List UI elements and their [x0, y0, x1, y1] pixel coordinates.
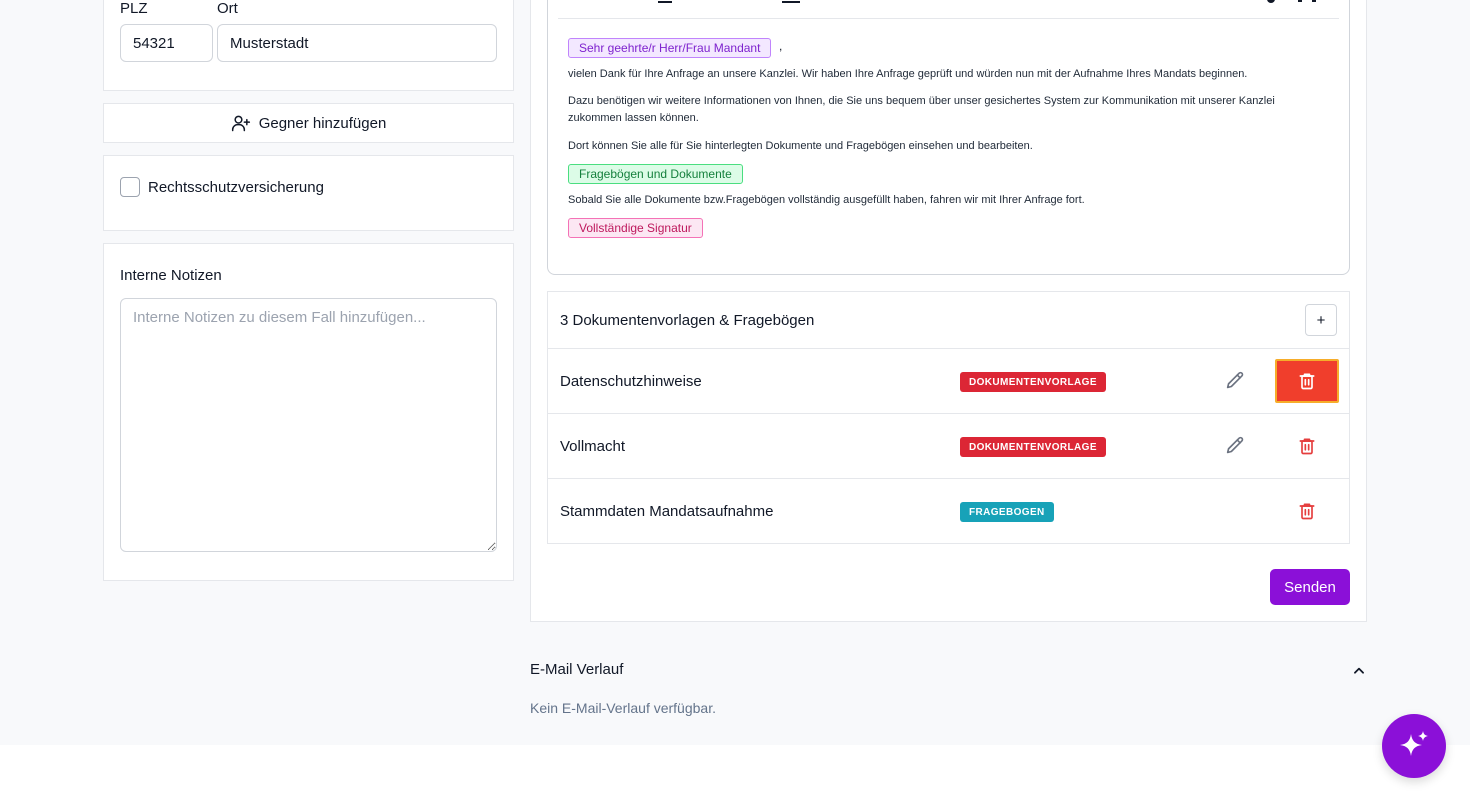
email-paragraph-2: Dazu benötigen wir weitere Informationen… — [568, 95, 1275, 124]
edit-document-button[interactable] — [1220, 431, 1250, 461]
toolbar-table-icon[interactable] — [1298, 0, 1316, 2]
pencil-icon — [1224, 435, 1246, 457]
insurance-checkbox[interactable] — [120, 177, 140, 197]
signature-placeholder-tag[interactable]: Vollständige Signatur — [568, 218, 703, 238]
document-row: Vollmacht DOKUMENTENVORLAGE — [548, 414, 1349, 479]
salutation-placeholder-tag[interactable]: Sehr geehrte/r Herr/Frau Mandant — [568, 38, 772, 58]
toolbar-image-icon[interactable] — [1267, 0, 1275, 3]
sparkles-icon — [1396, 728, 1432, 764]
chevron-up-icon[interactable] — [1352, 664, 1366, 678]
ai-assistant-button[interactable] — [1382, 714, 1446, 778]
trash-icon — [1297, 371, 1317, 391]
plz-value: 54321 — [133, 34, 175, 52]
ort-label: Ort — [217, 0, 238, 17]
document-row: Stammdaten Mandatsaufnahme FRAGEBOGEN — [548, 479, 1349, 544]
user-plus-icon — [231, 113, 251, 133]
email-editor[interactable]: Sehr geehrte/r Herr/Frau Mandant , viele… — [547, 0, 1350, 275]
salutation-comma: , — [779, 39, 783, 53]
trash-icon — [1297, 501, 1317, 521]
delete-document-button[interactable] — [1292, 431, 1322, 461]
delete-document-button[interactable] — [1292, 496, 1322, 526]
toolbar-divider — [558, 18, 1339, 19]
document-row: Datenschutzhinweise DOKUMENTENVORLAGE — [548, 349, 1349, 414]
ort-input[interactable]: Musterstadt — [217, 24, 497, 62]
notes-title: Interne Notizen — [120, 267, 222, 284]
toolbar-underline-icon[interactable] — [658, 1, 672, 3]
edit-document-button[interactable] — [1220, 366, 1250, 396]
notes-textarea[interactable] — [120, 298, 497, 552]
email-paragraph-3: Dort können Sie alle für Sie hinterlegte… — [568, 140, 1033, 152]
plz-label: PLZ — [120, 0, 148, 17]
toolbar-align-icon[interactable] — [782, 1, 800, 3]
document-name: Vollmacht — [560, 438, 626, 455]
document-type-badge: DOKUMENTENVORLAGE — [960, 437, 1106, 457]
add-opponent-button[interactable]: Gegner hinzufügen — [103, 103, 514, 143]
email-history-empty: Kein E-Mail-Verlauf verfügbar. — [530, 700, 716, 716]
add-opponent-label: Gegner hinzufügen — [258, 114, 387, 132]
add-document-button[interactable]: + — [1305, 304, 1337, 336]
trash-icon — [1297, 436, 1317, 456]
documents-header-title: 3 Dokumentenvorlagen & Fragebögen — [560, 312, 815, 329]
document-name: Datenschutzhinweise — [560, 373, 702, 390]
delete-document-button[interactable] — [1275, 359, 1339, 403]
documents-placeholder-tag[interactable]: Fragebögen und Dokumente — [568, 164, 743, 184]
email-history-title[interactable]: E-Mail Verlauf — [530, 661, 623, 678]
pencil-icon — [1224, 370, 1246, 392]
plz-input[interactable]: 54321 — [120, 24, 213, 62]
documents-header: 3 Dokumentenvorlagen & Fragebögen + — [548, 292, 1349, 349]
email-paragraph-4: Sobald Sie alle Dokumente bzw.Fragebögen… — [568, 194, 1085, 206]
send-button[interactable]: Senden — [1270, 569, 1350, 605]
document-type-badge: DOKUMENTENVORLAGE — [960, 372, 1106, 392]
email-paragraph-1: vielen Dank für Ihre Anfrage an unsere K… — [568, 68, 1248, 80]
ort-value: Musterstadt — [230, 34, 309, 52]
document-name: Stammdaten Mandatsaufnahme — [560, 503, 774, 520]
document-type-badge: FRAGEBOGEN — [960, 502, 1054, 522]
documents-card: 3 Dokumentenvorlagen & Fragebögen + Date… — [547, 291, 1350, 544]
insurance-label: Rechtsschutzversicherung — [148, 179, 324, 196]
